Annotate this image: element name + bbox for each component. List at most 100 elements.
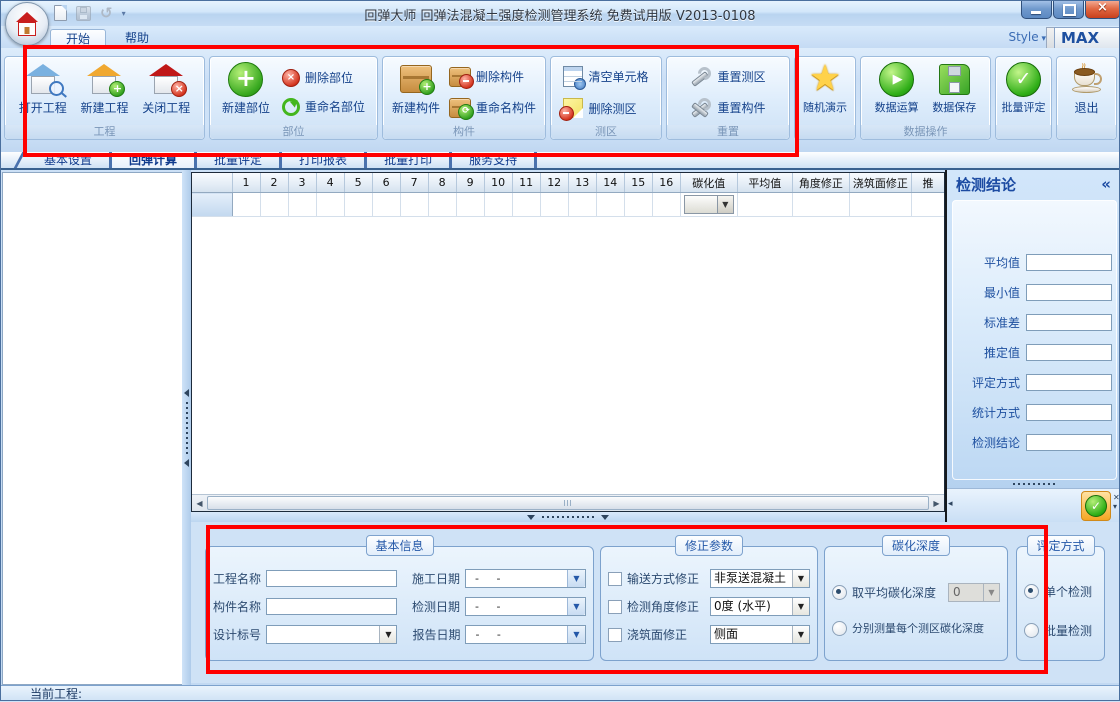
data-save-button[interactable]: 数据保存 — [932, 57, 976, 115]
grid-cell[interactable] — [792, 192, 850, 217]
tab-batch-evaluate[interactable]: 批量评定 — [197, 152, 283, 168]
grid-cell[interactable] — [372, 192, 401, 217]
new-component-button[interactable]: + 新建构件 — [392, 57, 440, 116]
reset-zone-button[interactable]: 重置测区 — [690, 63, 766, 87]
grid-cell[interactable] — [652, 192, 681, 217]
open-project-button[interactable]: 打开工程 — [19, 57, 67, 116]
grid-cell[interactable] — [456, 192, 485, 217]
carbonation-dropdown[interactable] — [683, 195, 734, 214]
project-tree-panel[interactable] — [2, 172, 183, 685]
conclusion-field[interactable] — [1026, 434, 1112, 451]
tab-batch-print[interactable]: 批量打印 — [367, 152, 453, 168]
evaluation-method-field[interactable] — [1026, 374, 1112, 391]
grid-cell[interactable] — [911, 192, 944, 217]
confirm-button[interactable] — [1081, 491, 1111, 521]
tab-help[interactable]: 帮助 — [110, 29, 164, 48]
tab-start[interactable]: 开始 — [50, 29, 107, 49]
new-document-icon[interactable] — [54, 5, 67, 21]
grid-cell[interactable] — [596, 192, 625, 217]
angle-correction-checkbox[interactable] — [608, 599, 622, 614]
clear-cells-button[interactable]: 清空单元格 — [563, 66, 649, 90]
stddev-field[interactable] — [1026, 314, 1112, 331]
single-test-radio[interactable] — [1024, 584, 1039, 599]
design-grade-select[interactable] — [266, 625, 398, 644]
tab-service-support[interactable]: 服务支持 — [452, 152, 538, 168]
panel-edge-buttons[interactable]: ✕ ▾ — [1113, 493, 1120, 511]
test-date-picker[interactable]: - - — [465, 597, 586, 616]
grid-cell[interactable] — [316, 192, 345, 217]
rename-part-button[interactable]: 重命名部位 — [281, 97, 365, 116]
tab-basic-settings[interactable]: 基本设置 — [27, 152, 113, 168]
quick-access-dropdown-icon[interactable]: ▾ — [122, 9, 126, 18]
average-carbonation-radio[interactable] — [832, 585, 847, 600]
restore-button[interactable] — [1053, 0, 1084, 19]
reset-component-button[interactable]: 重置构件 — [690, 94, 766, 118]
delete-zone-button[interactable]: 删除测区 — [559, 98, 648, 121]
grid-cell[interactable] — [849, 192, 912, 217]
close-button[interactable] — [1085, 0, 1120, 19]
tab-print-report[interactable]: 打印报表 — [282, 152, 368, 168]
close-project-button[interactable]: × 关闭工程 — [142, 57, 190, 116]
scroll-left-icon[interactable]: ◀ — [192, 495, 207, 511]
rename-component-button[interactable]: ⟳ 重命名构件 — [448, 97, 536, 120]
dropdown-icon[interactable] — [792, 626, 809, 643]
horizontal-splitter[interactable] — [191, 512, 945, 522]
grid-cell[interactable] — [540, 192, 569, 217]
style-dropdown[interactable]: Style — [1008, 30, 1046, 44]
dropdown-icon[interactable] — [716, 196, 733, 213]
rebound-data-grid[interactable]: 1 2 3 4 5 6 7 8 9 10 11 12 13 14 15 16 碳… — [191, 172, 945, 512]
statistic-method-field[interactable] — [1026, 404, 1112, 421]
new-project-button[interactable]: + 新建工程 — [80, 57, 129, 116]
dropdown-icon[interactable] — [567, 570, 585, 587]
grid-cell[interactable] — [512, 192, 541, 217]
grid-cell[interactable] — [400, 192, 429, 217]
scroll-right-icon[interactable]: ▶ — [929, 495, 944, 511]
minimize-button[interactable] — [1021, 0, 1052, 19]
delete-part-button[interactable]: 删除部位 — [281, 68, 365, 87]
dropdown-icon[interactable] — [567, 626, 585, 643]
dropdown-icon[interactable] — [379, 626, 397, 643]
surface-correction-checkbox[interactable] — [608, 627, 622, 642]
dropdown-icon[interactable] — [792, 598, 809, 615]
average-field[interactable] — [1026, 254, 1112, 271]
report-date-picker[interactable]: - - — [465, 625, 586, 644]
delete-component-button[interactable]: 删除构件 — [448, 66, 536, 89]
exit-button[interactable]: ≈ 退出 — [1068, 57, 1106, 116]
panel-back-icon[interactable]: ◂ — [948, 499, 953, 509]
grid-cell[interactable] — [428, 192, 457, 217]
grid-cell[interactable] — [737, 192, 793, 217]
construct-date-picker[interactable]: - - — [465, 569, 586, 588]
collapse-panel-icon[interactable] — [1101, 175, 1111, 193]
max-skin-button[interactable]: MAX — [1054, 27, 1120, 49]
grid-cell[interactable] — [624, 192, 653, 217]
horizontal-scrollbar[interactable]: ◀ ▶ — [192, 494, 944, 511]
save-icon[interactable] — [76, 5, 91, 21]
carbonation-cell[interactable] — [680, 192, 738, 217]
application-menu-button[interactable] — [5, 2, 49, 46]
surface-select[interactable]: 侧面 — [710, 625, 810, 644]
undo-icon[interactable]: ↺ — [100, 6, 113, 21]
grid-cell[interactable] — [568, 192, 597, 217]
component-name-input[interactable] — [266, 598, 398, 615]
new-part-button[interactable]: + 新建部位 — [222, 57, 270, 116]
estimated-field[interactable] — [1026, 344, 1112, 361]
grid-cell[interactable] — [260, 192, 289, 217]
grid-cell[interactable] — [232, 192, 261, 217]
batch-test-radio[interactable] — [1024, 623, 1039, 638]
grid-cell[interactable] — [344, 192, 373, 217]
grid-cell[interactable] — [288, 192, 317, 217]
angle-select[interactable]: 0度 (水平) — [710, 597, 810, 616]
row-header-cell[interactable] — [192, 192, 233, 217]
data-calc-button[interactable]: 数据运算 — [875, 57, 919, 115]
vertical-splitter[interactable] — [182, 170, 191, 686]
each-zone-carbonation-radio[interactable] — [832, 620, 847, 636]
project-name-input[interactable] — [266, 570, 398, 587]
grid-cell[interactable] — [484, 192, 513, 217]
scrollbar-thumb[interactable] — [207, 496, 929, 510]
dropdown-icon[interactable] — [567, 598, 585, 615]
transport-correction-checkbox[interactable] — [608, 571, 622, 586]
dropdown-icon[interactable] — [792, 570, 809, 587]
random-demo-button[interactable]: ★ 随机演示 — [803, 57, 847, 115]
transport-select[interactable]: 非泵送混凝土 — [710, 569, 810, 588]
minimum-field[interactable] — [1026, 284, 1112, 301]
